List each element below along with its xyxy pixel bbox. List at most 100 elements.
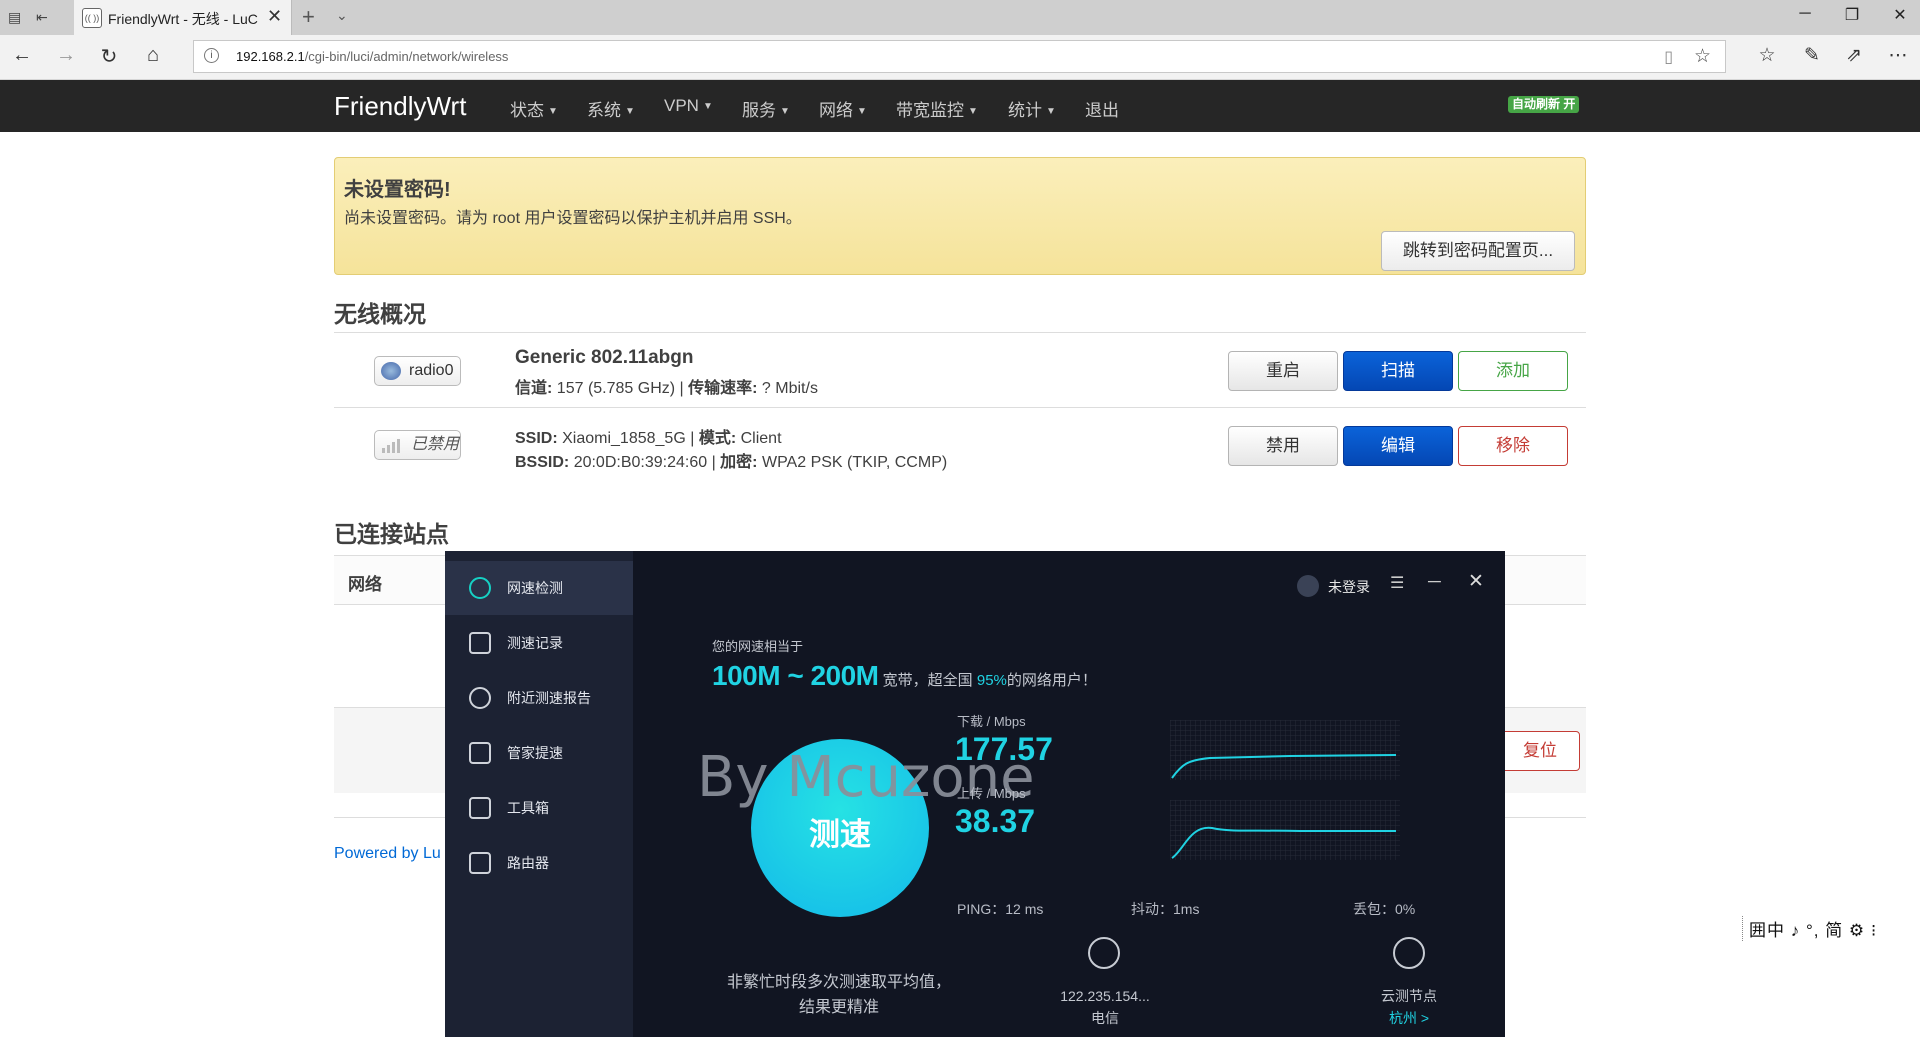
- menu-logout[interactable]: 退出: [1085, 96, 1119, 121]
- connected-stations-title: 已连接站点: [334, 521, 449, 547]
- menu-status[interactable]: 状态 ▼: [510, 96, 558, 121]
- speedtest-sidebar: 网速检测 测速记录 附近测速报告 管家提速 工具箱 路由器: [445, 551, 633, 1037]
- summary-text: 的网络用户！: [1006, 672, 1097, 689]
- sidebar-label: 测速记录: [507, 635, 563, 651]
- radio-badge-label: radio0: [409, 362, 454, 379]
- auto-refresh-badge[interactable]: 自动刷新 开: [1508, 96, 1580, 113]
- browser-tab-bar: ▤ ⇤ (( )) FriendlyWrt - 无线 - LuC ✕ + ⌄ ─…: [0, 0, 1920, 35]
- node-label: 云测节点: [1381, 988, 1437, 1004]
- download-value: 177.57: [955, 731, 1053, 767]
- jitter-stat: 抖动：1ms: [1131, 901, 1200, 917]
- speed-graphs: [1170, 720, 1400, 860]
- powered-by-link[interactable]: Powered by Lu: [334, 845, 441, 863]
- upload-label: 上传 / Mbps: [957, 786, 1026, 801]
- brand-logo[interactable]: FriendlyWrt: [334, 91, 466, 122]
- radio-info: 信道: 157 (5.785 GHz) | 传输速率: ? Mbit/s: [515, 380, 818, 397]
- home-icon[interactable]: ⌂: [141, 44, 165, 67]
- sidebar-label: 附近测速报告: [507, 690, 591, 706]
- sidebar-item-toolbox[interactable]: 工具箱: [445, 781, 633, 835]
- menu-system[interactable]: 系统 ▼: [587, 96, 635, 121]
- minimize-icon[interactable]: ─: [1428, 571, 1441, 592]
- disabled-label: 已禁用: [411, 436, 460, 453]
- share-icon[interactable]: ⇗: [1842, 44, 1866, 67]
- new-tab-icon[interactable]: +: [302, 4, 315, 30]
- reading-view-icon[interactable]: ▯: [1664, 47, 1673, 67]
- sidebar-item-boost[interactable]: 管家提速: [445, 726, 633, 780]
- alert-title: 未设置密码!: [344, 179, 451, 201]
- sidebar-item-speed-check[interactable]: 网速检测: [445, 561, 633, 615]
- speed-summary: 100M ~ 200M 宽带，超全国 95%的网络用户！: [712, 660, 1097, 692]
- reset-button[interactable]: 复位: [1500, 731, 1580, 771]
- address-bar[interactable]: i 192.168.2.1/cgi-bin/luci/admin/network…: [193, 40, 1726, 73]
- minimize-icon[interactable]: ─: [1795, 5, 1815, 23]
- sidebar-item-nearby-report[interactable]: 附近测速报告: [445, 671, 633, 725]
- sidebar-item-router[interactable]: 路由器: [445, 836, 633, 890]
- user-avatar-icon[interactable]: [1297, 575, 1319, 597]
- disable-button[interactable]: 禁用: [1228, 426, 1338, 466]
- network-ssid-info: SSID: Xiaomi_1858_5G | 模式: Client: [515, 430, 782, 447]
- sidebar-label: 网速检测: [507, 580, 563, 596]
- wifi-radio-icon: [381, 362, 401, 380]
- refresh-icon[interactable]: ↻: [97, 44, 121, 69]
- upload-value: 38.37: [955, 803, 1036, 839]
- sidebar-label: 管家提速: [507, 745, 563, 761]
- test-node-info: 云测节点 杭州 >: [1359, 985, 1459, 1029]
- menu-bandwidth[interactable]: 带宽监控 ▼: [896, 96, 978, 121]
- divider: [334, 407, 1586, 408]
- restore-window-icon[interactable]: ❐: [1842, 5, 1862, 25]
- menu-icon[interactable]: ☰: [1390, 573, 1404, 593]
- tab-close-icon[interactable]: ✕: [267, 6, 282, 27]
- toolbox-icon: [469, 797, 491, 819]
- menu-network[interactable]: 网络 ▼: [819, 96, 867, 121]
- tab-set-aside-icon[interactable]: ▤: [8, 9, 26, 25]
- sidebar-item-records[interactable]: 测速记录: [445, 616, 633, 670]
- column-network: 网络: [348, 575, 382, 594]
- tab-restore-icon[interactable]: ⇤: [36, 9, 54, 25]
- tab-list-chevron-icon[interactable]: ⌄: [336, 7, 348, 24]
- menu-vpn[interactable]: VPN ▼: [664, 96, 713, 116]
- scan-button[interactable]: 扫描: [1343, 351, 1453, 391]
- login-status[interactable]: 未登录: [1328, 577, 1370, 597]
- restart-button[interactable]: 重启: [1228, 351, 1338, 391]
- node-city-link[interactable]: 杭州 >: [1359, 1007, 1459, 1029]
- favorite-star-icon[interactable]: ☆: [1694, 45, 1711, 68]
- sidebar-label: 工具箱: [507, 800, 549, 816]
- download-graph-grid: [1170, 720, 1400, 780]
- menu-statistics[interactable]: 统计 ▼: [1008, 96, 1056, 121]
- menu-services[interactable]: 服务 ▼: [742, 96, 790, 121]
- favorites-list-icon[interactable]: ☆: [1755, 44, 1779, 67]
- close-window-icon[interactable]: ✕: [1890, 5, 1910, 25]
- password-alert: 未设置密码! 尚未设置密码。请为 root 用户设置密码以保护主机并启用 SSH…: [334, 157, 1586, 275]
- ime-toolbar[interactable]: 囲中 ♪ °, 简 ⚙ ⁝: [1742, 916, 1877, 941]
- radio-badge: radio0: [374, 356, 461, 386]
- pen-notes-icon[interactable]: ✎: [1800, 44, 1824, 67]
- wireless-overview-title: 无线概况: [334, 301, 426, 327]
- back-icon[interactable]: ←: [10, 44, 34, 67]
- ip-info: 122.235.154... 电信: [1055, 985, 1155, 1029]
- alert-text: 尚未设置密码。请为 root 用户设置密码以保护主机并启用 SSH。: [344, 210, 802, 227]
- location-icon: [1088, 937, 1120, 969]
- isp-name: 电信: [1091, 1010, 1119, 1026]
- router-icon: [469, 852, 491, 874]
- location-pin-icon: [469, 687, 491, 709]
- edit-button[interactable]: 编辑: [1343, 426, 1453, 466]
- test-hint: 非繁忙时段多次测速取平均值，结果更精准: [726, 974, 951, 1016]
- remove-button[interactable]: 移除: [1458, 426, 1568, 466]
- tab-title: FriendlyWrt - 无线 - LuC: [108, 11, 258, 27]
- signal-bars-icon: [382, 439, 400, 453]
- sidebar-label: 路由器: [507, 855, 549, 871]
- network-bssid-info: BSSID: 20:0D:B0:39:24:60 | 加密: WPA2 PSK …: [515, 454, 948, 471]
- goto-password-button[interactable]: 跳转到密码配置页...: [1381, 231, 1575, 271]
- close-icon[interactable]: ✕: [1468, 570, 1484, 593]
- speed-range: 100M ~ 200M: [712, 660, 879, 691]
- add-button[interactable]: 添加: [1458, 351, 1568, 391]
- forward-icon[interactable]: →: [54, 44, 78, 67]
- globe-icon: [1393, 937, 1425, 969]
- site-info-icon[interactable]: i: [204, 48, 219, 63]
- browser-tab[interactable]: (( )) FriendlyWrt - 无线 - LuC ✕: [74, 0, 292, 35]
- document-icon: [469, 632, 491, 654]
- speedtest-window: 网速检测 测速记录 附近测速报告 管家提速 工具箱 路由器 未登录 ☰ ─ ✕ …: [445, 551, 1505, 1037]
- download-label: 下载 / Mbps: [957, 714, 1026, 729]
- network-disabled-badge: 已禁用: [374, 430, 461, 460]
- more-icon[interactable]: ⋯: [1886, 44, 1910, 67]
